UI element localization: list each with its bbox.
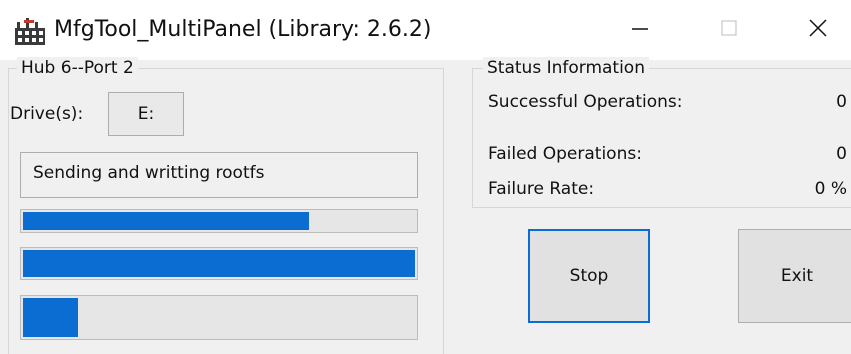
- overall-progress-bar: [20, 209, 418, 233]
- failed-operations-value: 0: [836, 144, 847, 164]
- operation-status-box: Sending and writting rootfs: [20, 152, 418, 198]
- title-bar[interactable]: MfgTool_MultiPanel (Library: 2.6.2): [0, 0, 851, 60]
- minimize-icon: [630, 18, 650, 42]
- file-progress-bar: [20, 295, 418, 340]
- operation-status-text: Sending and writting rootfs: [33, 163, 265, 183]
- close-button[interactable]: [778, 0, 851, 60]
- stage-progress-bar: [20, 247, 418, 280]
- failed-operations-label: Failed Operations:: [488, 144, 642, 164]
- maximize-button[interactable]: [689, 0, 769, 60]
- drive-value: E:: [137, 104, 155, 124]
- minimize-button[interactable]: [600, 0, 680, 60]
- successful-operations-label: Successful Operations:: [488, 92, 683, 112]
- factory-icon: [14, 14, 46, 46]
- stage-progress-fill: [23, 250, 415, 277]
- exit-button[interactable]: Exit: [738, 229, 851, 323]
- drive-label: Drive(s):: [10, 104, 84, 124]
- close-icon: [807, 17, 829, 43]
- overall-progress-fill: [23, 212, 310, 230]
- maximize-icon: [719, 18, 739, 42]
- failure-rate-label: Failure Rate:: [488, 179, 595, 199]
- failure-rate-value: 0 %: [814, 179, 847, 199]
- drive-value-box: E:: [108, 92, 184, 136]
- successful-operations-value: 0: [836, 92, 847, 112]
- hub-port-group-title: Hub 6--Port 2: [17, 57, 138, 79]
- status-information-title: Status Information: [483, 57, 649, 79]
- window-title: MfgTool_MultiPanel (Library: 2.6.2): [54, 17, 432, 42]
- stop-button[interactable]: Stop: [528, 229, 650, 323]
- file-progress-fill: [23, 298, 78, 337]
